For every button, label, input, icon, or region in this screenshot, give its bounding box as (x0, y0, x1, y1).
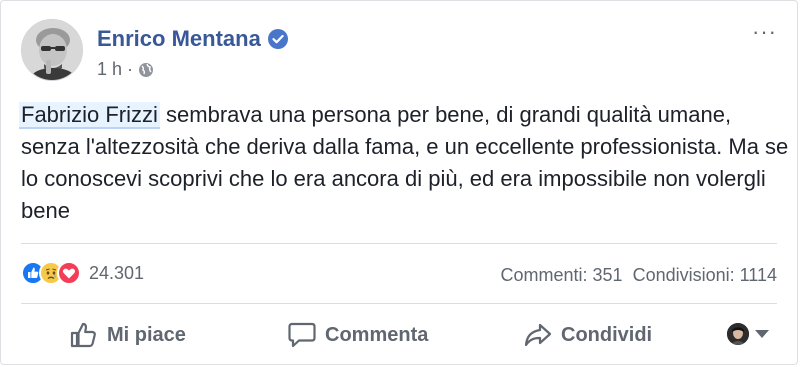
action-bar: Mi piace Commenta Condividi (21, 311, 781, 357)
author-name[interactable]: Enrico Mentana (97, 26, 261, 52)
mention-link[interactable]: Fabrizio Frizzi (19, 102, 160, 129)
viewer-avatar (727, 323, 749, 345)
reaction-count[interactable]: 24.301 (89, 263, 144, 284)
author-avatar[interactable] (21, 19, 83, 81)
love-reaction-icon (57, 261, 81, 285)
like-button[interactable]: Mi piace (69, 321, 186, 349)
post-body: Fabrizio Frizzi sembrava una persona per… (19, 99, 791, 227)
comment-button[interactable]: Commenta (287, 321, 428, 349)
globe-icon[interactable] (138, 62, 154, 78)
comment-label: Commenta (325, 323, 429, 346)
post-meta: 1 h · (97, 59, 154, 80)
divider (21, 303, 777, 304)
share-button[interactable]: Condividi (523, 321, 652, 349)
share-arrow-icon (523, 321, 553, 349)
reactions-summary[interactable]: 24.301 (21, 261, 144, 285)
more-options-button[interactable]: ··· (752, 21, 777, 43)
engagement-counts: Commenti: 351 Condivisioni: 1114 (501, 265, 777, 286)
shares-count-link[interactable]: Condivisioni: 1114 (633, 265, 777, 286)
like-label: Mi piace (107, 323, 186, 346)
thumbs-up-icon (69, 321, 99, 349)
share-label: Condividi (561, 323, 653, 346)
post-header: Enrico Mentana 1 h · ··· (21, 19, 781, 89)
viewer-selector-button[interactable] (727, 323, 769, 345)
comments-count-link[interactable]: Commenti: 351 (501, 265, 623, 286)
caret-down-icon (755, 330, 769, 338)
divider (21, 243, 777, 244)
post-card: Enrico Mentana 1 h · ··· Fabrizio Frizzi… (0, 0, 798, 365)
author-name-link[interactable]: Enrico Mentana (97, 26, 288, 52)
post-timestamp[interactable]: 1 h (97, 59, 122, 80)
verified-badge-icon (267, 29, 288, 49)
comment-bubble-icon (287, 321, 317, 349)
meta-separator: · (127, 59, 134, 79)
